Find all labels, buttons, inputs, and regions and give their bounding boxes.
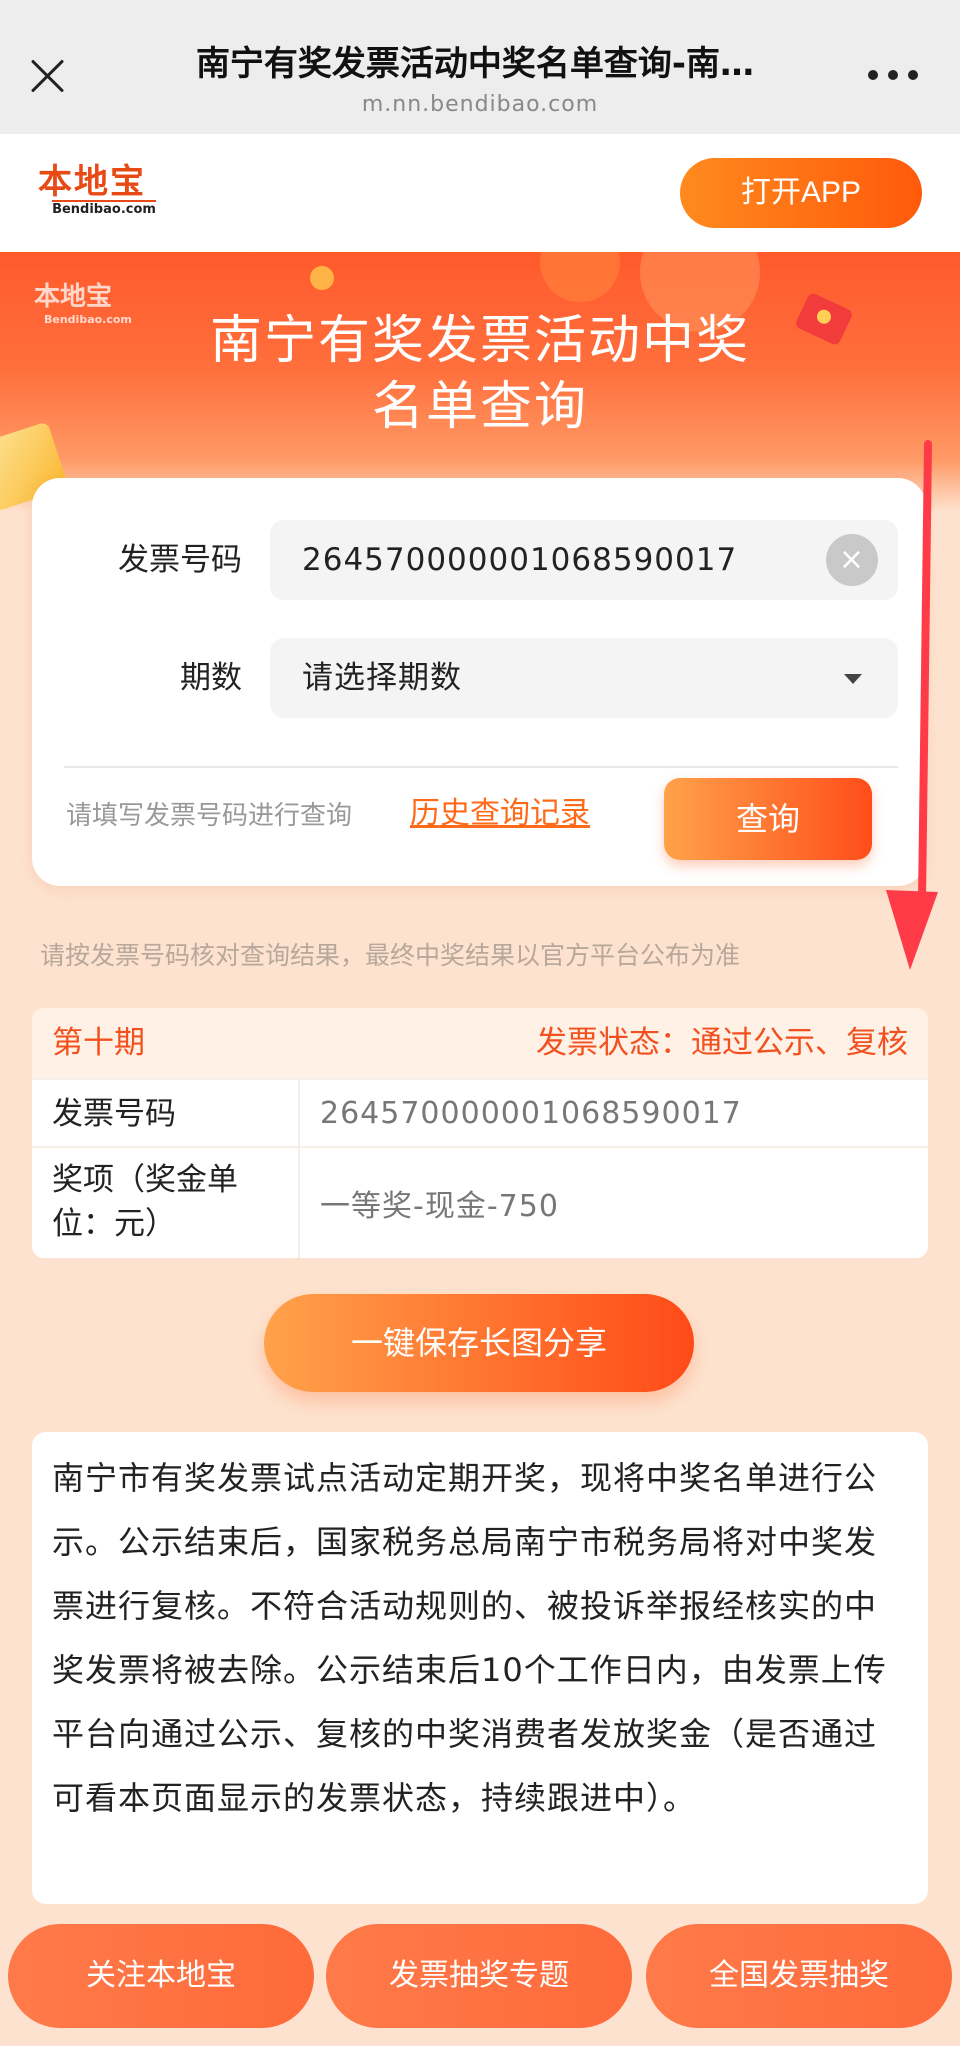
history-query-link[interactable]: 历史查询记录 xyxy=(410,794,590,834)
table-row: 奖项（奖金单位：元） 一等奖-现金-750 xyxy=(32,1146,928,1258)
invoice-number-value: 264570000001068590017 xyxy=(302,542,738,578)
more-options-icon[interactable] xyxy=(868,70,918,82)
browser-top-bar: 南宁有奖发票活动中奖名单查询-南… m.nn.bendibao.com xyxy=(0,0,960,134)
bendibao-logo[interactable]: 本地宝 Bendibao.com xyxy=(38,162,178,228)
invoice-number-input[interactable]: 264570000001068590017 × xyxy=(270,520,898,600)
row-value: 一等奖-现金-750 xyxy=(320,1189,559,1224)
query-button[interactable]: 查询 xyxy=(664,778,872,860)
divider xyxy=(64,766,898,768)
query-hint: 请填写发票号码进行查询 xyxy=(66,801,353,831)
period-label: 期数 xyxy=(180,660,242,696)
decor-coin xyxy=(310,266,334,290)
query-form-card: 发票号码 264570000001068590017 × 期数 请选择期数 请填… xyxy=(32,478,926,886)
invoice-status: 发票状态：通过公示、复核 xyxy=(536,1025,908,1061)
page-url: m.nn.bendibao.com xyxy=(361,92,599,117)
save-share-button[interactable]: 一键保存长图分享 xyxy=(264,1294,694,1392)
row-key: 奖项（奖金单位：元） xyxy=(32,1148,300,1258)
period-row: 期数 请选择期数 xyxy=(32,638,926,718)
page-title: 南宁有奖发票活动中奖名单查询-南… xyxy=(195,44,755,84)
result-header: 第十期 发票状态：通过公示、复核 xyxy=(32,1008,928,1078)
period-select[interactable]: 请选择期数 xyxy=(270,638,898,718)
period-placeholder: 请选择期数 xyxy=(302,660,462,696)
open-app-button[interactable]: 打开APP xyxy=(680,158,922,228)
app-header: 本地宝 Bendibao.com 打开APP xyxy=(0,134,960,252)
result-table: 第十期 发票状态：通过公示、复核 发票号码 264570000001068590… xyxy=(32,1008,928,1258)
national-invoice-lottery-button[interactable]: 全国发票抽奖 xyxy=(646,1924,952,2028)
invoice-number-row: 发票号码 264570000001068590017 × xyxy=(32,520,926,600)
annotation-arrow-icon xyxy=(886,440,938,970)
row-value: 264570000001068590017 xyxy=(320,1095,742,1131)
bottom-nav: 关注本地宝 发票抽奖专题 全国发票抽奖 xyxy=(0,1904,960,2046)
invoice-number-label: 发票号码 xyxy=(118,542,242,578)
hero-banner: 本地宝 Bendibao.com 南宁有奖发票活动中奖 名单查询 xyxy=(0,252,960,512)
chevron-down-icon xyxy=(844,674,862,684)
invoice-lottery-topic-button[interactable]: 发票抽奖专题 xyxy=(326,1924,632,2028)
follow-bendibao-button[interactable]: 关注本地宝 xyxy=(8,1924,314,2028)
decor-coin xyxy=(540,252,620,302)
hero-title: 南宁有奖发票活动中奖 名单查询 xyxy=(209,311,750,437)
table-row: 发票号码 264570000001068590017 xyxy=(32,1078,928,1146)
clear-icon[interactable]: × xyxy=(826,534,878,586)
close-icon[interactable] xyxy=(26,54,70,98)
row-key: 发票号码 xyxy=(32,1080,300,1146)
description-text: 南宁市有奖发票试点活动定期开奖，现将中奖名单进行公示。公示结束后，国家税务总局南… xyxy=(32,1432,928,1904)
result-period: 第十期 xyxy=(52,1025,145,1061)
notice-text: 请按发票号码核对查询结果，最终中奖结果以官方平台公布为准 xyxy=(40,941,741,970)
